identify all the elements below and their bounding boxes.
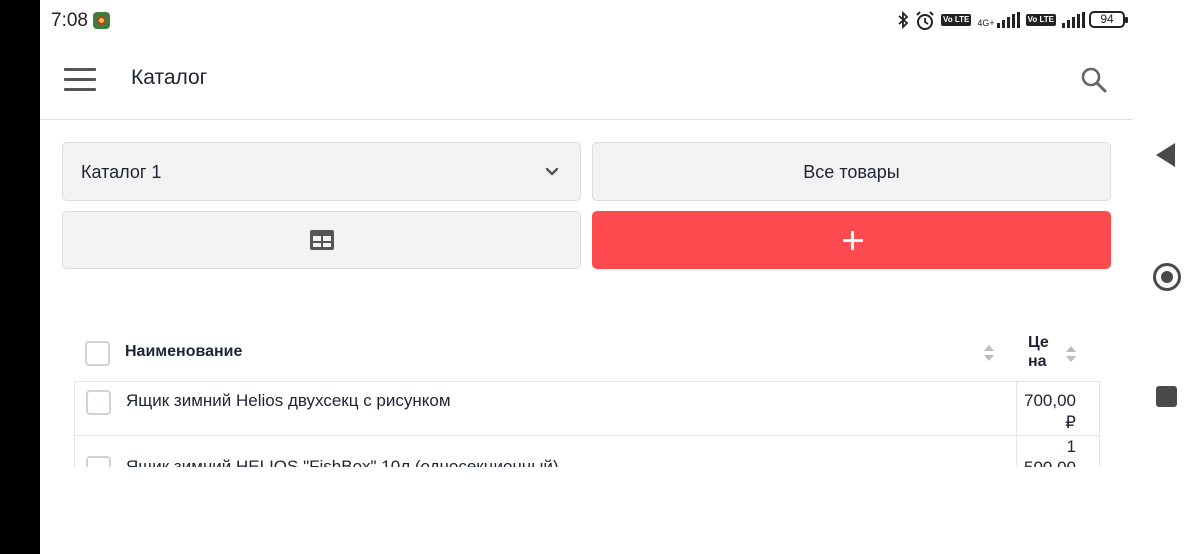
back-icon[interactable] [1156,143,1175,167]
catalog-select-value: Каталог 1 [81,162,162,182]
page-title: Каталог [131,66,208,89]
signal-icon [996,12,1020,28]
sort-icon[interactable] [983,344,995,362]
sort-icon[interactable] [1065,345,1077,363]
select-all-checkbox[interactable] [85,341,110,366]
status-time: 7:08 [51,10,88,31]
bluetooth-icon [898,11,909,29]
signal-icon [1062,12,1085,28]
volte-icon: Vo LTE [940,14,972,26]
column-header-price[interactable]: Це на [1028,333,1052,371]
hamburger-menu-icon[interactable] [64,68,96,92]
status-icons: Vo LTE 4G+ Vo LTE [897,9,1085,31]
search-icon[interactable] [1080,66,1108,94]
all-goods-button[interactable]: Все товары [592,142,1111,201]
all-goods-label: Все товары [803,162,900,182]
table-icon [310,230,334,250]
volte-icon: Vo LTE [1025,14,1056,26]
notification-app-icon [93,12,110,29]
table-view-button[interactable] [62,211,581,269]
battery-icon: 94 [1089,11,1128,28]
add-product-button[interactable] [592,211,1111,269]
product-name: Ящик зимний Helios двухсекц с рисунком [126,391,451,410]
system-nav-bar [1133,0,1200,554]
app-bar-divider [40,119,1133,120]
catalog-select[interactable]: Каталог 1 [62,142,581,201]
product-table: Ящик зимний Helios двухсекц с рисунком ​… [74,381,1100,467]
product-name: Ящик зимний HELIOS "FishBox" 10л (односе… [126,457,559,467]
table-row[interactable]: Ящик зимний Helios двухсекц с рисунком ​… [75,382,1099,436]
column-header-name[interactable]: Наименование [125,343,242,361]
alarm-icon [916,10,934,30]
table-row[interactable]: Ящик зимний HELIOS "FishBox" 10л (односе… [75,436,1099,467]
product-price: 1 500,00 [1016,436,1099,467]
row-checkbox[interactable] [86,390,111,415]
net-type: 4G+ [977,12,1020,28]
chevron-down-icon [545,167,559,176]
home-icon[interactable] [1153,263,1181,291]
app-screen: 7:08 Vo LTE 4G+ Vo LTE 94 Каталог Катало… [40,0,1133,554]
recent-apps-icon[interactable] [1156,386,1177,407]
product-price: ​ 700,00 ₽ [1016,382,1099,436]
row-checkbox[interactable] [86,456,111,467]
